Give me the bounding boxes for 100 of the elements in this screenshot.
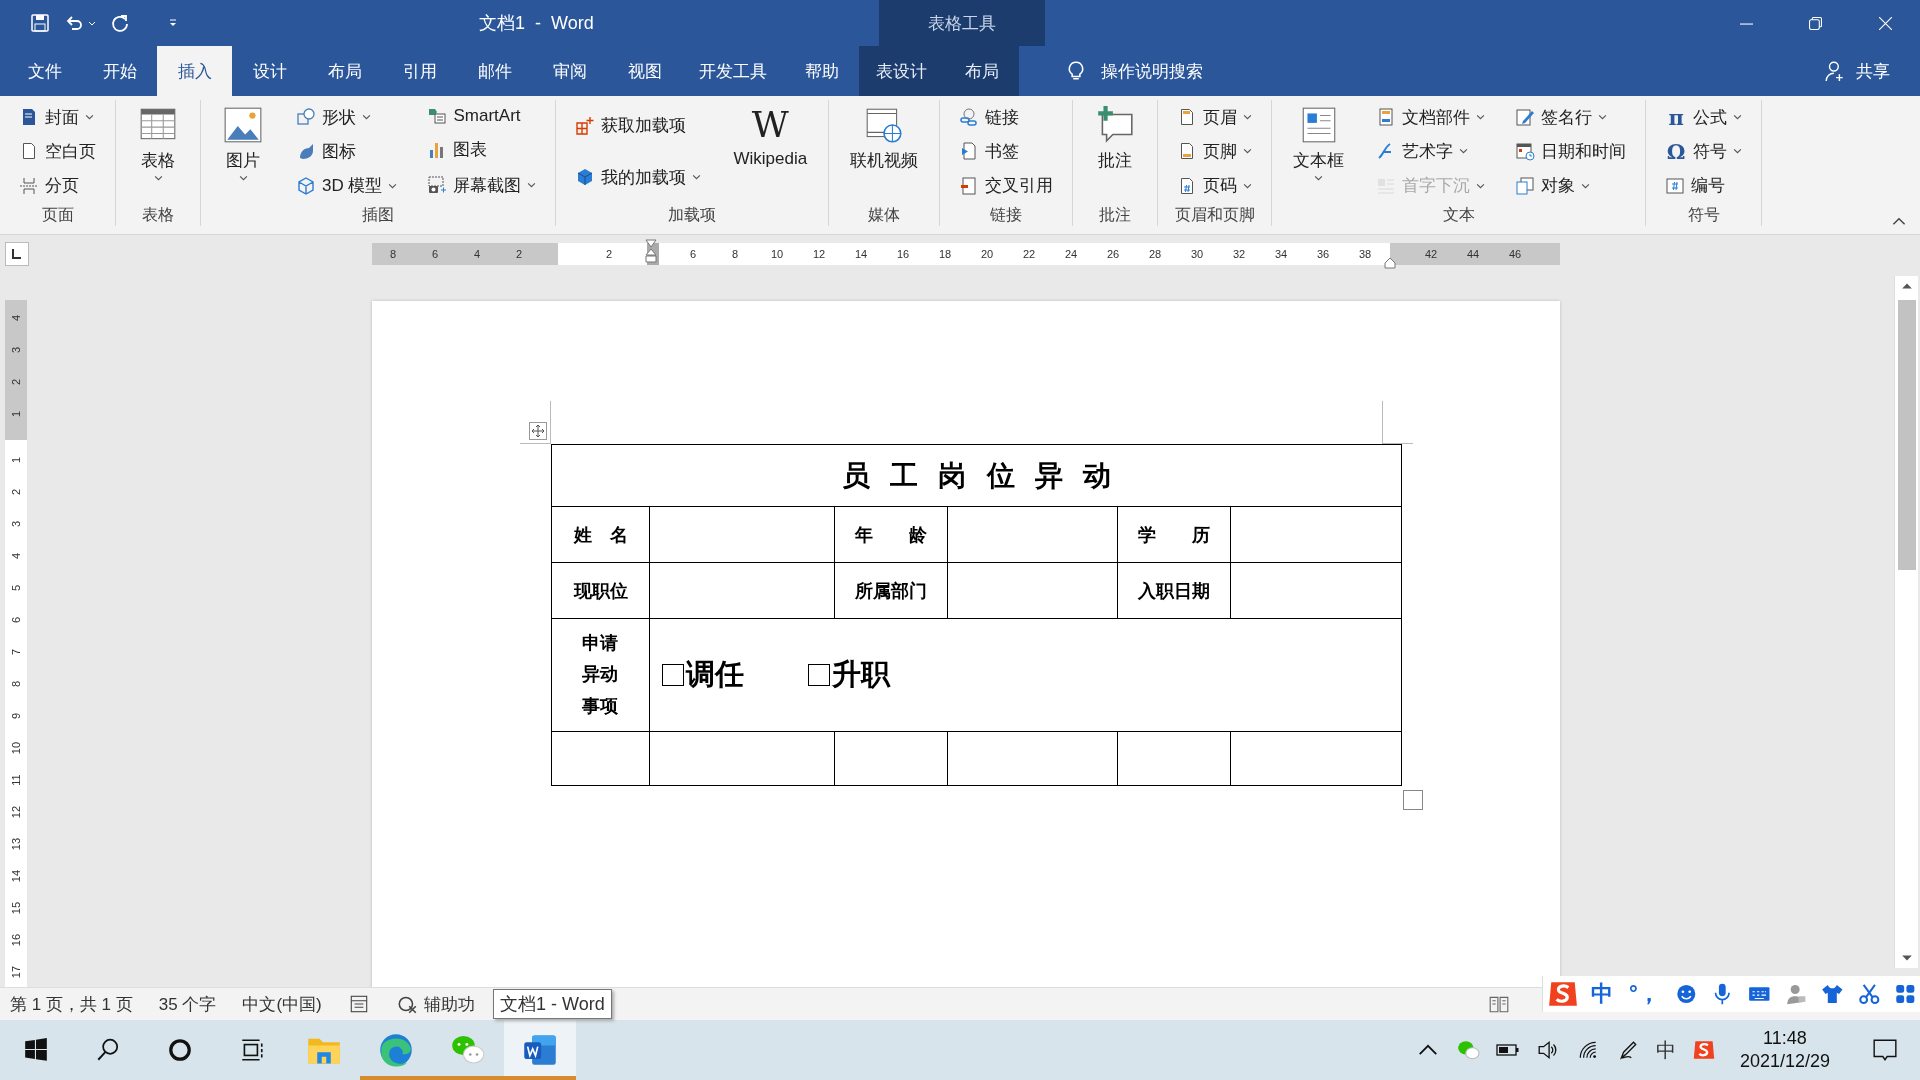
ribbon-button[interactable]: 我的加载项 [571, 163, 706, 191]
status-text[interactable]: 第 1 页，共 1 页 [10, 992, 133, 1016]
ruler-number: 32 [1231, 247, 1247, 260]
ime-logo-icon[interactable] [1691, 1039, 1716, 1061]
customize-icon[interactable] [168, 18, 178, 28]
ribbon-button[interactable]: 文档部件 [1372, 103, 1490, 131]
ribbon-button[interactable]: 联机视频 [844, 100, 925, 176]
ribbon-button[interactable]: 空白页 [15, 138, 100, 165]
ribbon-button[interactable]: 签名行 [1511, 103, 1631, 131]
ribbon-button[interactable]: 页眉 [1173, 103, 1257, 131]
vertical-scrollbar[interactable] [1894, 276, 1918, 968]
circle-icon[interactable] [167, 1037, 193, 1063]
ribbon-tab[interactable]: 文件 [7, 46, 82, 96]
scissors-icon[interactable] [1857, 982, 1881, 1006]
ribbon-tab[interactable]: 开始 [82, 46, 157, 96]
field-label: 现职位 [552, 563, 650, 619]
tell-me-search[interactable]: 操作说明搜索 [1101, 59, 1203, 83]
ime-logo-icon[interactable] [1547, 979, 1579, 1009]
ribbon-button[interactable]: 页码 [1173, 172, 1257, 200]
ribbon-button[interactable]: SmartArt [423, 104, 541, 129]
status-text[interactable]: 中文(中国) [242, 992, 322, 1016]
ribbon-button[interactable]: 分页 [15, 172, 100, 200]
save-icon[interactable] [30, 13, 50, 33]
chevron-down-icon [1476, 182, 1486, 189]
ribbon-button[interactable]: 编号 [1661, 172, 1747, 200]
clock-button[interactable]: 11:48 2021/12/29 [1731, 1026, 1838, 1074]
ribbon-tab[interactable]: 插入 [157, 46, 232, 96]
ribbon-tab[interactable]: 视图 [607, 46, 682, 96]
input-language-indicator[interactable]: 中 [1655, 1036, 1676, 1064]
scroll-up-icon[interactable] [1900, 282, 1913, 290]
status-text[interactable]: 辅助功 [423, 992, 475, 1016]
ruler-number: 44 [1465, 247, 1481, 260]
notification-icon[interactable] [1872, 1037, 1898, 1063]
ruler-number: 5 [9, 583, 23, 594]
restore-icon[interactable] [1809, 16, 1823, 30]
checkbox[interactable] [808, 664, 830, 686]
resize-handle-icon[interactable] [1403, 790, 1423, 810]
ribbon-button[interactable]: 形状 [292, 103, 402, 131]
ribbon-button[interactable]: 页脚 [1173, 138, 1257, 165]
taskbar-app-button[interactable] [504, 1020, 576, 1080]
ruler-number: 4 [9, 313, 23, 324]
ribbon-button[interactable]: 文本框 [1287, 100, 1351, 185]
ribbon-button[interactable]: 封面 [15, 103, 100, 131]
redo-icon[interactable] [110, 13, 130, 33]
ribbon-tab[interactable]: 表设计 [859, 46, 944, 96]
ribbon-button[interactable]: 获取加载项 [571, 112, 706, 140]
undo-icon[interactable] [64, 13, 84, 33]
ribbon-button[interactable]: 屏幕截图 [423, 171, 541, 199]
ribbon-tab[interactable]: 设计 [232, 46, 307, 96]
checkbox[interactable] [662, 664, 684, 686]
collapse-ribbon-icon[interactable] [1892, 217, 1906, 226]
input-mode-toggle[interactable]: 中 [1587, 979, 1617, 1009]
user-icon[interactable] [1784, 982, 1808, 1006]
task-view-icon[interactable] [239, 1037, 265, 1063]
grid-icon[interactable] [1894, 982, 1917, 1006]
ruler-number: 28 [1147, 247, 1163, 260]
close-icon[interactable] [1878, 16, 1892, 30]
ribbon-button[interactable]: 3D 模型 [292, 172, 402, 200]
ruler-number: 2 [604, 247, 614, 260]
ribbon-button[interactable]: 链接 [955, 103, 1058, 131]
ribbon-button[interactable]: 图表 [423, 136, 541, 164]
search-icon[interactable] [95, 1037, 121, 1063]
ribbon-button[interactable]: 交叉引用 [955, 172, 1058, 200]
cube-icon [296, 175, 316, 196]
ribbon-button[interactable]: 对象 [1511, 172, 1631, 200]
right-indent-marker-icon[interactable] [1384, 256, 1396, 269]
ribbon-button[interactable]: 艺术字 [1372, 138, 1490, 165]
ribbon-tab[interactable]: 帮助 [784, 46, 859, 96]
ribbon-tab[interactable]: 布局 [944, 46, 1019, 96]
ruler-number: 7 [9, 647, 23, 658]
ruler-number: 2 [9, 377, 23, 388]
ruler-number: 2 [514, 247, 524, 260]
ribbon-button[interactable]: Ω 符号 [1661, 138, 1747, 165]
scroll-down-icon[interactable] [1900, 954, 1913, 962]
share-button[interactable]: 共享 [1852, 46, 1894, 96]
smiley-icon[interactable] [1674, 982, 1698, 1006]
ribbon-button[interactable]: 日期和时间 [1511, 138, 1631, 165]
ribbon-button[interactable]: 图片 [216, 100, 270, 185]
ribbon-button[interactable]: 批注 [1088, 100, 1143, 176]
tab-stop-selector-icon[interactable] [5, 241, 29, 266]
ribbon-button[interactable]: 表格 [131, 100, 185, 185]
ribbon-button[interactable]: 书签 [955, 138, 1058, 165]
context-title: 表格工具 [928, 12, 996, 35]
ribbon-tab[interactable]: 邮件 [457, 46, 532, 96]
status-text[interactable]: 35 个字 [158, 992, 217, 1016]
ribbon-tab[interactable]: 引用 [382, 46, 457, 96]
ribbon-tab[interactable]: 布局 [307, 46, 382, 96]
ribbon-button[interactable]: π 公式 [1661, 103, 1747, 131]
move-handle-icon[interactable] [529, 422, 547, 440]
ribbon-tab[interactable]: 审阅 [532, 46, 607, 96]
ruler-number: 12 [811, 247, 827, 260]
ribbon-button[interactable]: 图标 [292, 138, 402, 165]
shirt-icon[interactable] [1821, 982, 1844, 1006]
punctuation-toggle[interactable]: °， [1625, 979, 1664, 1009]
ribbon-button[interactable]: W Wikipedia [727, 100, 814, 173]
wikipedia-logo: W [751, 104, 789, 146]
ribbon-tab[interactable]: 开发工具 [682, 46, 784, 96]
caret-down-icon[interactable] [88, 20, 96, 26]
windows-logo-icon[interactable] [23, 1037, 49, 1063]
scrollbar-thumb[interactable] [1897, 300, 1916, 570]
